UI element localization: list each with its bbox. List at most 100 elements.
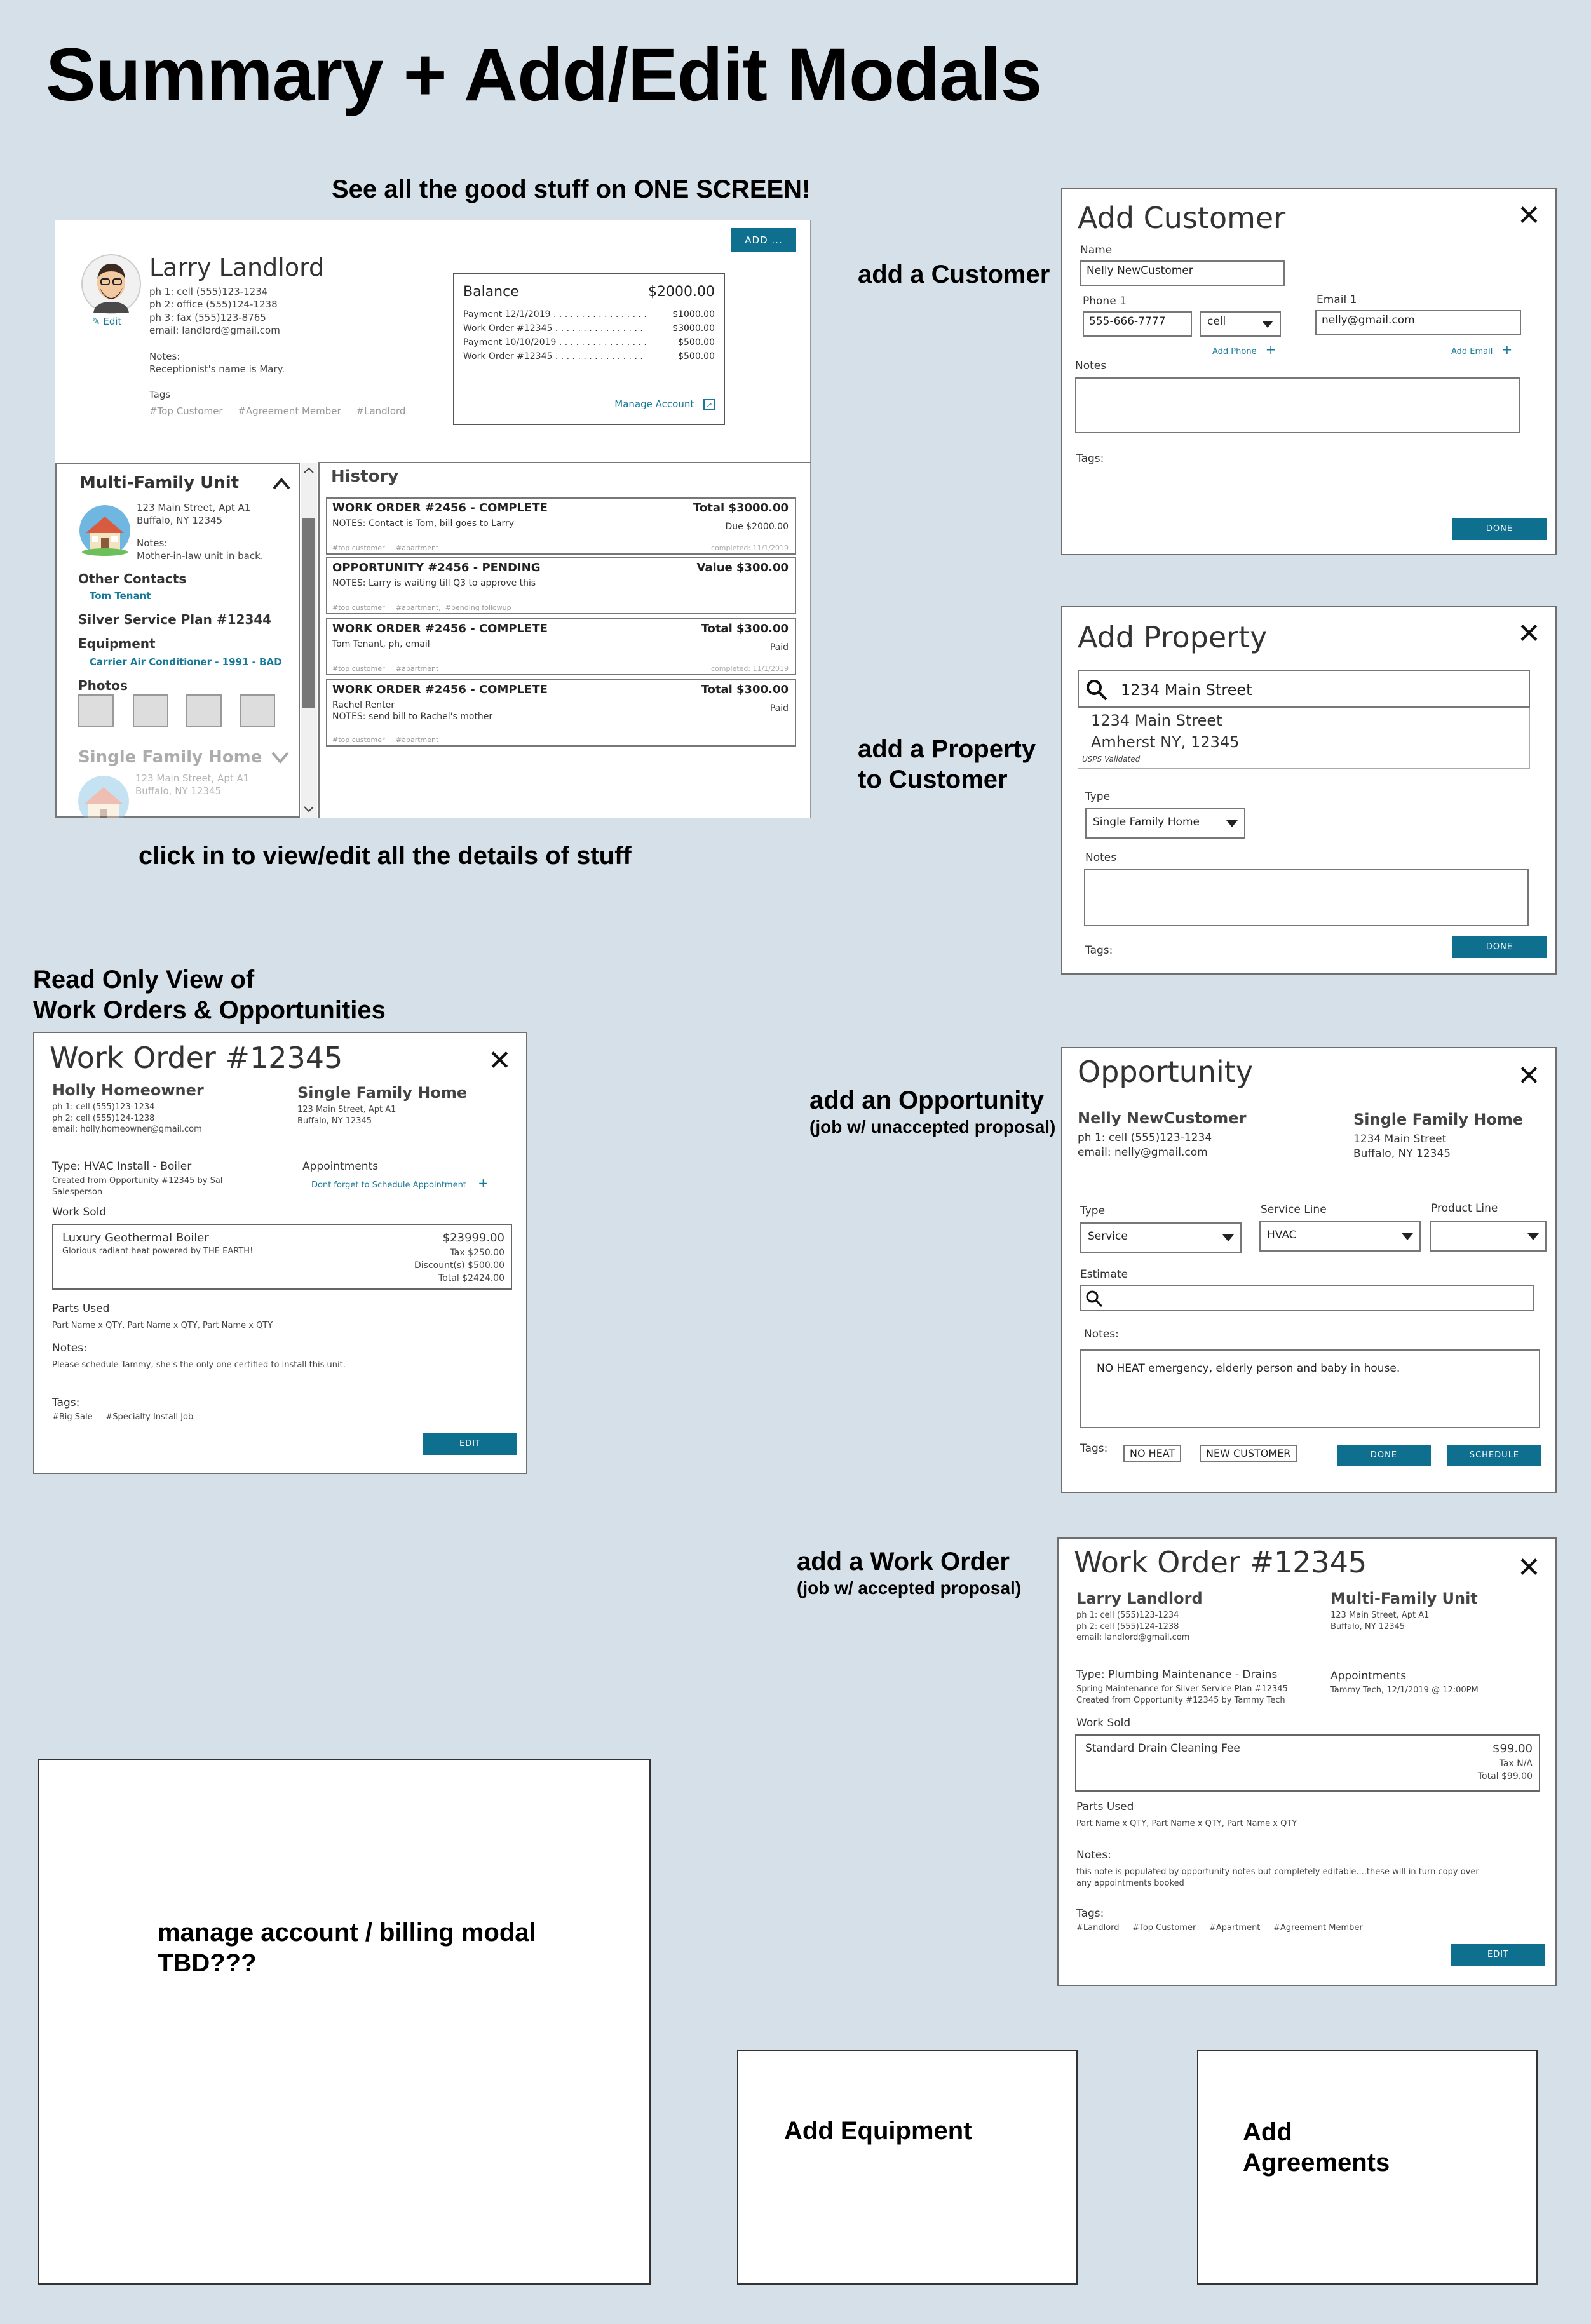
close-icon[interactable]: ✕ [1517,202,1541,230]
chevron-down-icon[interactable] [271,752,289,764]
suggestion-line-1: 1234 Main Street [1091,712,1222,729]
other-contact-link[interactable]: Tom Tenant [90,590,151,602]
edit-button[interactable]: EDIT [1451,1944,1545,1966]
caption-add-work-order-sub: (job w/ accepted proposal) [797,1578,1022,1598]
edit-button[interactable]: EDIT [423,1433,517,1455]
item-name: Luxury Geothermal Boiler [62,1231,209,1245]
add-email-link[interactable]: Add Email + [1451,342,1512,357]
address-suggestion[interactable]: 1234 Main Street Amherst NY, 12345 USPS … [1078,708,1530,769]
balance-line: Work Order #12345 . . . . . . . . . . . … [463,323,643,334]
parts-used-label: Parts Used [52,1302,110,1315]
history-item[interactable]: WORK ORDER #2456 - COMPLETE Total $300.0… [326,679,796,747]
product-line-select[interactable] [1430,1221,1547,1252]
dropdown-arrow-icon [1527,1233,1539,1240]
history-item-notes: NOTES: Contact is Tom, bill goes to Larr… [332,518,515,529]
notes-field[interactable] [1075,377,1520,433]
balance-line: Payment 10/10/2019 . . . . . . . . . . .… [463,337,647,348]
balance-line-amount: $3000.00 [672,323,715,334]
work-sold-label: Work Sold [1076,1717,1131,1729]
tags-label: Tags: [1076,1907,1104,1920]
done-button[interactable]: DONE [1337,1445,1431,1466]
customer-notes-label: Notes: [149,351,180,362]
item-discount: Discount(s) $500.00 [414,1260,504,1271]
item-name: Standard Drain Cleaning Fee [1085,1742,1240,1755]
search-value: 1234 Main Street [1121,681,1252,699]
photo-thumb[interactable] [186,694,222,727]
tag-chip[interactable]: NEW CUSTOMER [1200,1445,1297,1462]
history-item-total: Total $3000.00 [693,501,789,515]
schedule-button[interactable]: SCHEDULE [1447,1445,1541,1466]
close-icon[interactable]: ✕ [1517,620,1541,648]
chevron-up-icon[interactable] [304,467,314,473]
email-field[interactable]: nelly@gmail.com [1315,310,1521,335]
notes-field[interactable] [1084,869,1529,926]
caption-read-only: Read Only View of Work Orders & Opportun… [33,966,386,1024]
customer-details: ph 1: cell (555)123-1234 ph 2: cell (555… [1076,1611,1190,1643]
service-plan[interactable]: Silver Service Plan #12344 [78,612,271,627]
property-address: 123 Main Street, Apt A1 Buffalo, NY 1234… [1330,1611,1430,1632]
add-menu-button[interactable]: ADD ... [731,228,796,252]
history-item-tags: #top customer #apartment [332,736,439,744]
balance-label: Balance [463,284,519,300]
history-item[interactable]: WORK ORDER #2456 - COMPLETE Total $300.0… [326,618,796,675]
property-name[interactable]: Multi-Family Unit [79,473,239,492]
add-phone-link[interactable]: Add Phone + [1212,342,1276,357]
opportunity-modal: Opportunity ✕ Nelly NewCustomer ph 1: ce… [1061,1047,1557,1493]
close-icon[interactable]: ✕ [488,1047,511,1075]
photos-label: Photos [78,678,128,693]
dropdown-arrow-icon [1262,321,1273,328]
property-2-panel[interactable]: Single Family Home 123 Main Street, Apt … [55,741,300,818]
plus-icon: + [478,1175,489,1191]
done-button[interactable]: DONE [1452,936,1547,958]
scrollbar-thumb[interactable] [302,518,315,708]
done-button[interactable]: DONE [1452,518,1547,540]
scrollbar[interactable] [301,463,317,818]
balance-line-amount: $500.00 [678,351,715,361]
balance-panel: Balance $2000.00 Payment 12/1/2019 . . .… [453,273,725,425]
customer-details: ph 1: cell (555)123-1234 email: nelly@gm… [1078,1132,1212,1159]
history-item[interactable]: WORK ORDER #2456 - COMPLETE Total $3000.… [326,497,796,555]
photo-thumb[interactable] [240,694,275,727]
phone-type-select[interactable]: cell [1200,311,1281,337]
manage-account-link[interactable]: Manage Account ↗ [614,398,715,410]
service-line-select[interactable]: HVAC [1259,1221,1421,1252]
close-icon[interactable]: ✕ [1517,1062,1541,1090]
schedule-appointment-link[interactable]: Dont forget to Schedule Appointment + [311,1175,489,1191]
photo-thumb[interactable] [133,694,168,727]
property-type-select[interactable]: Single Family Home [1085,808,1245,839]
name-field[interactable]: Nelly NewCustomer [1080,260,1285,286]
address-search-input[interactable]: 1234 Main Street [1078,670,1530,708]
edit-customer-link[interactable]: ✎ Edit [92,316,121,327]
add-agreements-caption: Add Agreements [1243,2118,1390,2177]
photo-thumb[interactable] [78,694,114,727]
balance-line: Work Order #12345 . . . . . . . . . . . … [463,351,643,361]
external-link-icon: ↗ [703,399,715,410]
history-item-status: Paid [769,642,789,652]
customer-tags-label: Tags [149,389,171,400]
phone-field[interactable]: 555-666-7777 [1083,311,1192,337]
chevron-down-icon[interactable] [304,806,314,813]
notes-label: Notes [1085,851,1117,864]
search-icon [1087,680,1107,701]
history-item-notes: NOTES: Larry is waiting till Q3 to appro… [332,578,536,588]
type-label: Type [1085,790,1111,803]
history-item[interactable]: OPPORTUNITY #2456 - PENDING Value $300.0… [326,557,796,614]
modal-title: Add Customer [1078,201,1286,235]
add-equipment-caption: Add Equipment [784,2117,972,2145]
add-phone-label: Add Phone [1212,347,1257,356]
modal-title: Opportunity [1078,1055,1254,1089]
work-sold-item[interactable]: Standard Drain Cleaning Fee $99.00 Tax N… [1075,1734,1540,1792]
property-notes-label: Notes: [137,537,168,549]
estimate-search-input[interactable] [1080,1285,1534,1311]
chevron-up-icon[interactable] [273,477,290,490]
work-sold-item[interactable]: Luxury Geothermal Boiler Glorious radian… [52,1224,512,1290]
tags-value: #Big Sale #Specialty Install Job [52,1412,194,1422]
tag-chip[interactable]: NO HEAT [1123,1445,1182,1462]
manage-account-caption: manage account / billing modal TBD??? [158,1919,536,1977]
notes-field[interactable]: NO HEAT emergency, elderly person and ba… [1080,1349,1540,1428]
work-order-readonly-modal: Work Order #12345 ✕ Holly Homeowner ph 1… [33,1032,527,1474]
close-icon[interactable]: ✕ [1517,1554,1541,1582]
equipment-link[interactable]: Carrier Air Conditioner - 1991 - BAD [90,656,282,668]
type-select[interactable]: Service [1080,1222,1242,1253]
type-value: Service [1088,1230,1128,1243]
